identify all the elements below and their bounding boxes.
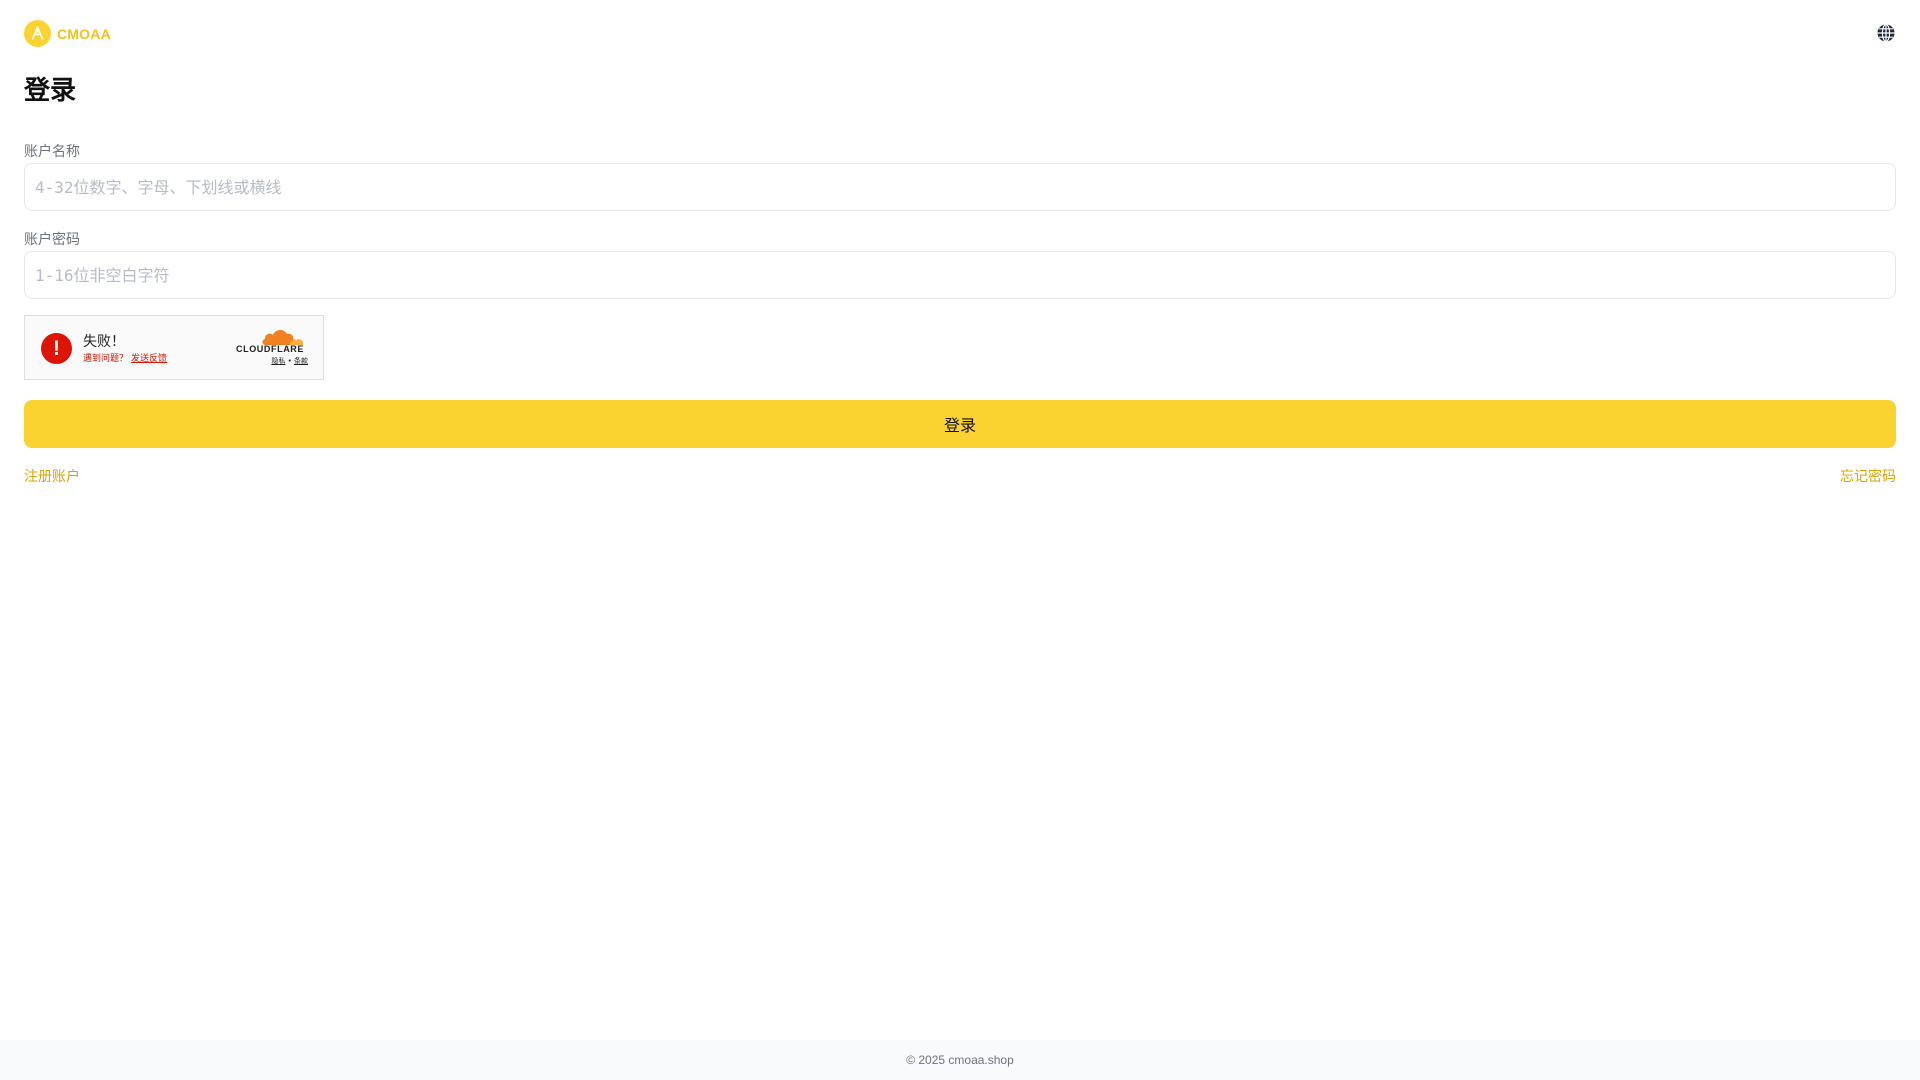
privacy-link[interactable]: 隐私: [271, 357, 285, 365]
top-bar: CMOAA: [24, 20, 1896, 48]
forgot-password-link[interactable]: 忘记密码: [1840, 466, 1896, 486]
cloudflare-branding: CLOUDFLARE 隐私 • 条款: [232, 326, 308, 366]
username-label: 账户名称: [24, 144, 80, 160]
logo-a-icon: [24, 20, 51, 47]
link-separator: •: [287, 357, 292, 365]
cloudflare-cloud-icon: [260, 326, 304, 346]
copyright-text: © 2025 cmoaa.shop: [906, 1053, 1014, 1067]
password-label: 账户密码: [24, 232, 80, 248]
brand-logo[interactable]: CMOAA: [24, 20, 111, 47]
captcha-legal-links: 隐私 • 条款: [232, 356, 308, 366]
login-page: CMOAA 登录 账户名称 账户密码 ! 失败！ 遇到问题？发送反馈: [0, 0, 1920, 1080]
captcha-help: 遇到问题？ 发送反馈: [83, 351, 167, 364]
register-link[interactable]: 注册账户: [24, 466, 80, 486]
captcha-question: 遇到问题？: [83, 354, 129, 364]
terms-link[interactable]: 条款: [294, 357, 308, 365]
password-input[interactable]: [24, 251, 1896, 299]
captcha-status: 失败！: [83, 334, 125, 350]
footer: © 2025 cmoaa.shop: [0, 1040, 1920, 1080]
username-input[interactable]: [24, 163, 1896, 211]
brand-name: CMOAA: [57, 25, 111, 42]
error-icon: !: [41, 333, 72, 364]
send-feedback-link[interactable]: 发送反馈: [131, 354, 167, 364]
globe-icon[interactable]: [1876, 23, 1896, 43]
page-title: 登录: [24, 76, 77, 106]
login-button[interactable]: 登录: [24, 400, 1896, 448]
captcha-widget: ! 失败！ 遇到问题？ 发送反馈 CLOUDFLARE 隐私 • 条款: [24, 315, 324, 380]
